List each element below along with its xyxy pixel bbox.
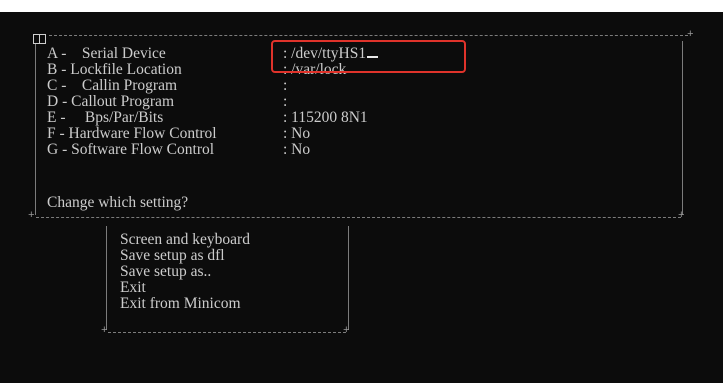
setting-row-callout-program[interactable]: D - Callout Program : bbox=[47, 94, 287, 110]
terminal-window[interactable]: + + + A - Serial Device : /dev/ttyHS1 B … bbox=[0, 12, 723, 383]
setting-label: E - Bps/Par/Bits bbox=[47, 109, 164, 126]
menu-right-border bbox=[348, 226, 349, 330]
setting-label: D - Callout Program bbox=[47, 93, 174, 110]
menu-left-border bbox=[106, 226, 107, 330]
setting-label: F - Hardware Flow Control bbox=[47, 125, 217, 142]
menu-item-save-setup-as[interactable]: Save setup as.. bbox=[120, 264, 211, 280]
setting-row-software-flow-control[interactable]: G - Software Flow Control : No bbox=[47, 142, 310, 158]
setting-row-hardware-flow-control[interactable]: F - Hardware Flow Control : No bbox=[47, 126, 310, 142]
setting-row-lockfile-location[interactable]: B - Lockfile Location : /var/lock bbox=[47, 62, 346, 78]
dialog-right-border bbox=[682, 41, 683, 215]
dialog-left-border bbox=[35, 44, 36, 215]
menu-bottom-border bbox=[108, 332, 346, 333]
menu-corner: + bbox=[101, 325, 108, 337]
serial-device-highlight bbox=[271, 40, 466, 73]
menu-item-exit-minicom[interactable]: Exit from Minicom bbox=[120, 296, 241, 312]
menu-item-exit[interactable]: Exit bbox=[120, 280, 146, 296]
window-menu-icon[interactable] bbox=[33, 34, 48, 44]
setting-label: A - Serial Device bbox=[47, 45, 166, 62]
setting-value: : No bbox=[283, 125, 311, 142]
dialog-bottom-border bbox=[36, 217, 681, 218]
dialog-corner: + bbox=[687, 29, 694, 41]
setting-row-serial-device[interactable]: A - Serial Device : /dev/ttyHS1 bbox=[47, 46, 379, 61]
dialog-top-border bbox=[49, 35, 688, 36]
setting-label: B - Lockfile Location bbox=[47, 61, 182, 78]
setting-row-bps-par-bits[interactable]: E - Bps/Par/Bits : 115200 8N1 bbox=[47, 110, 368, 126]
setting-value: : bbox=[283, 93, 288, 110]
setting-value: : No bbox=[283, 141, 311, 158]
setting-value: : 115200 8N1 bbox=[283, 109, 368, 126]
setting-label: C - Callin Program bbox=[47, 77, 178, 94]
menu-corner: + bbox=[343, 325, 350, 337]
menu-item-screen-and-keyboard[interactable]: Screen and keyboard bbox=[120, 232, 250, 248]
setting-label: G - Software Flow Control bbox=[47, 141, 215, 158]
setting-row-callin-program[interactable]: C - Callin Program : bbox=[47, 78, 287, 94]
dialog-corner: + bbox=[28, 210, 35, 222]
setting-value: : bbox=[283, 77, 288, 94]
dialog-corner: + bbox=[678, 210, 685, 222]
change-setting-prompt: Change which setting? bbox=[47, 194, 189, 211]
menu-item-save-setup-dfl[interactable]: Save setup as dfl bbox=[120, 248, 225, 264]
